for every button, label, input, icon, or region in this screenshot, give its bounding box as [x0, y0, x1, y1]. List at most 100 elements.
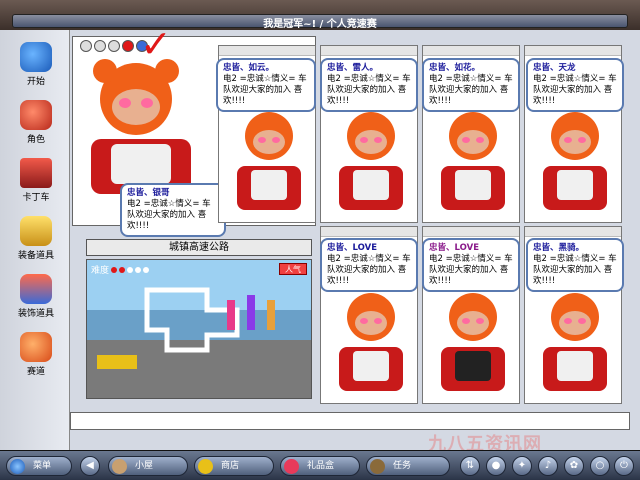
track-name[interactable]: 城镇高速公路 [86, 239, 312, 256]
sidebar-item-equipment[interactable]: 装备道具 [10, 216, 62, 268]
window-title: 我是冠军~! / 个人竞速赛 [263, 19, 377, 30]
difficulty-dot [119, 266, 126, 273]
chat-input[interactable] [70, 412, 630, 430]
player-avatar [441, 112, 505, 210]
status-icon [108, 40, 120, 52]
sort-button[interactable]: ⇅ [460, 456, 480, 476]
player-name: 忠皆、黑骑。 [533, 243, 585, 253]
host-avatar[interactable] [81, 59, 191, 199]
host-message: 电2 =忠诚☆情义= 车队欢迎大家的加入 喜欢!!!! [127, 199, 211, 231]
decoration-icon [20, 274, 52, 304]
gift-button[interactable]: 礼品盒 [280, 456, 360, 476]
slot-header [423, 227, 519, 237]
slot-header [525, 46, 621, 56]
player-name: 忠皆、如云。 [223, 63, 275, 73]
taskbar: 菜单 ◀ 小屋 商店 礼品盒 任务 ⇅ ● ✦ ♪ ✿ ○ ⏻ [0, 450, 640, 480]
host-name: 忠皆、银哥 [127, 188, 170, 198]
slot-header [219, 46, 315, 56]
popularity-badge: 人气 [279, 263, 307, 275]
status-icon [122, 40, 134, 52]
status-icon [80, 40, 92, 52]
player-name: 忠皆、LOVE [327, 243, 377, 253]
shop-label: 商店 [221, 461, 240, 471]
sidebar-item-decoration[interactable]: 装饰道具 [10, 274, 62, 326]
sidebar-item-label: 角色 [26, 135, 45, 145]
player-name: 忠皆、雷人。 [327, 63, 379, 73]
player-name: 忠皆、天龙 [533, 63, 576, 73]
sidebar-item-label: 装饰道具 [17, 309, 54, 319]
player-name: 忠皆、如花。 [429, 63, 481, 73]
player-avatar [543, 293, 607, 391]
slot-header [423, 46, 519, 56]
music-icon: ♪ [544, 460, 552, 471]
menu-icon [10, 459, 25, 474]
gear-icon: ✿ [569, 460, 579, 471]
goggles-icon [20, 216, 52, 246]
player-message: 电2 =忠诚☆情义= 车队欢迎大家的加入 喜欢!!!! [327, 74, 411, 106]
sidebar-item-label: 开始 [26, 77, 45, 87]
host-speech-bubble: 忠皆、银哥 电2 =忠诚☆情义= 车队欢迎大家的加入 喜欢!!!! [120, 183, 226, 237]
power-icon: ⏻ [620, 460, 628, 471]
music-button[interactable]: ♪ [538, 456, 558, 476]
menu-button[interactable]: 菜单 [6, 456, 72, 476]
house-icon [112, 459, 127, 474]
player-message: 电2 =忠诚☆情义= 车队欢迎大家的加入 喜欢!!!! [429, 74, 513, 106]
ready-check-icon: ✓ [140, 22, 172, 66]
player-avatar [339, 112, 403, 210]
power-button[interactable]: ⏻ [614, 456, 634, 476]
gift-label: 礼品盒 [307, 461, 335, 471]
track-icon [20, 332, 52, 362]
track-scene [87, 260, 311, 398]
back-button[interactable]: ◀ [80, 456, 100, 476]
sidebar-item-label: 赛道 [26, 367, 45, 377]
circle-icon: ● [491, 460, 501, 471]
character-icon [20, 100, 52, 130]
player-message: 电2 =忠诚☆情义= 车队欢迎大家的加入 喜欢!!!! [327, 254, 411, 286]
task-label: 任务 [393, 461, 412, 471]
sidebar-item-character[interactable]: 角色 [10, 100, 62, 152]
sidebar: 开始 角色 卡丁车 装备道具 装饰道具 赛道 [0, 30, 70, 450]
slot-header [321, 46, 417, 56]
player-message: 电2 =忠诚☆情义= 车队欢迎大家的加入 喜欢!!!! [223, 74, 307, 106]
player-speech-bubble: 忠皆、黑骑。 电2 =忠诚☆情义= 车队欢迎大家的加入 喜欢!!!! [526, 238, 624, 292]
player-avatar [339, 293, 403, 391]
shop-button[interactable]: 商店 [194, 456, 274, 476]
sidebar-item-track[interactable]: 赛道 [10, 332, 62, 384]
search-icon: ○ [595, 460, 605, 471]
difficulty-dot [127, 266, 134, 273]
track-preview[interactable]: 难度 人气 [86, 259, 312, 399]
back-arrow-icon: ◀ [86, 460, 94, 471]
tools-icon: ✦ [517, 460, 527, 471]
settings-button[interactable]: ✦ [512, 456, 532, 476]
player-speech-bubble: 忠皆、LOVE 电2 =忠诚☆情义= 车队欢迎大家的加入 喜欢!!!! [422, 238, 520, 292]
player-message: 电2 =忠诚☆情义= 车队欢迎大家的加入 喜欢!!!! [533, 254, 617, 286]
player-speech-bubble: 忠皆、LOVE 电2 =忠诚☆情义= 车队欢迎大家的加入 喜欢!!!! [320, 238, 418, 292]
task-button[interactable]: 任务 [366, 456, 450, 476]
difficulty-indicator: 难度 [91, 263, 150, 276]
difficulty-dot [135, 266, 142, 273]
gift-icon [284, 459, 299, 474]
shop-icon [198, 459, 213, 474]
player-avatar [441, 293, 505, 391]
gear-button[interactable]: ✿ [564, 456, 584, 476]
arrows-icon: ⇅ [465, 460, 475, 471]
difficulty-dot [111, 266, 118, 273]
player-avatar [543, 112, 607, 210]
house-button[interactable]: 小屋 [108, 456, 188, 476]
sidebar-item-kart[interactable]: 卡丁车 [10, 158, 62, 210]
forward-button[interactable]: ● [486, 456, 506, 476]
sidebar-item-start[interactable]: 开始 [10, 42, 62, 94]
kart-icon [20, 158, 52, 188]
house-label: 小屋 [135, 461, 154, 471]
sidebar-item-label: 卡丁车 [22, 193, 50, 203]
difficulty-label: 难度 [91, 266, 110, 276]
slot-header [321, 227, 417, 237]
player-speech-bubble: 忠皆、如云。 电2 =忠诚☆情义= 车队欢迎大家的加入 喜欢!!!! [216, 58, 316, 112]
search-button[interactable]: ○ [590, 456, 610, 476]
player-name: 忠皆、LOVE [429, 243, 479, 253]
book-icon [370, 459, 385, 474]
player-speech-bubble: 忠皆、雷人。 电2 =忠诚☆情义= 车队欢迎大家的加入 喜欢!!!! [320, 58, 418, 112]
status-icon [94, 40, 106, 52]
player-message: 电2 =忠诚☆情义= 车队欢迎大家的加入 喜欢!!!! [429, 254, 513, 286]
player-message: 电2 =忠诚☆情义= 车队欢迎大家的加入 喜欢!!!! [533, 74, 617, 106]
